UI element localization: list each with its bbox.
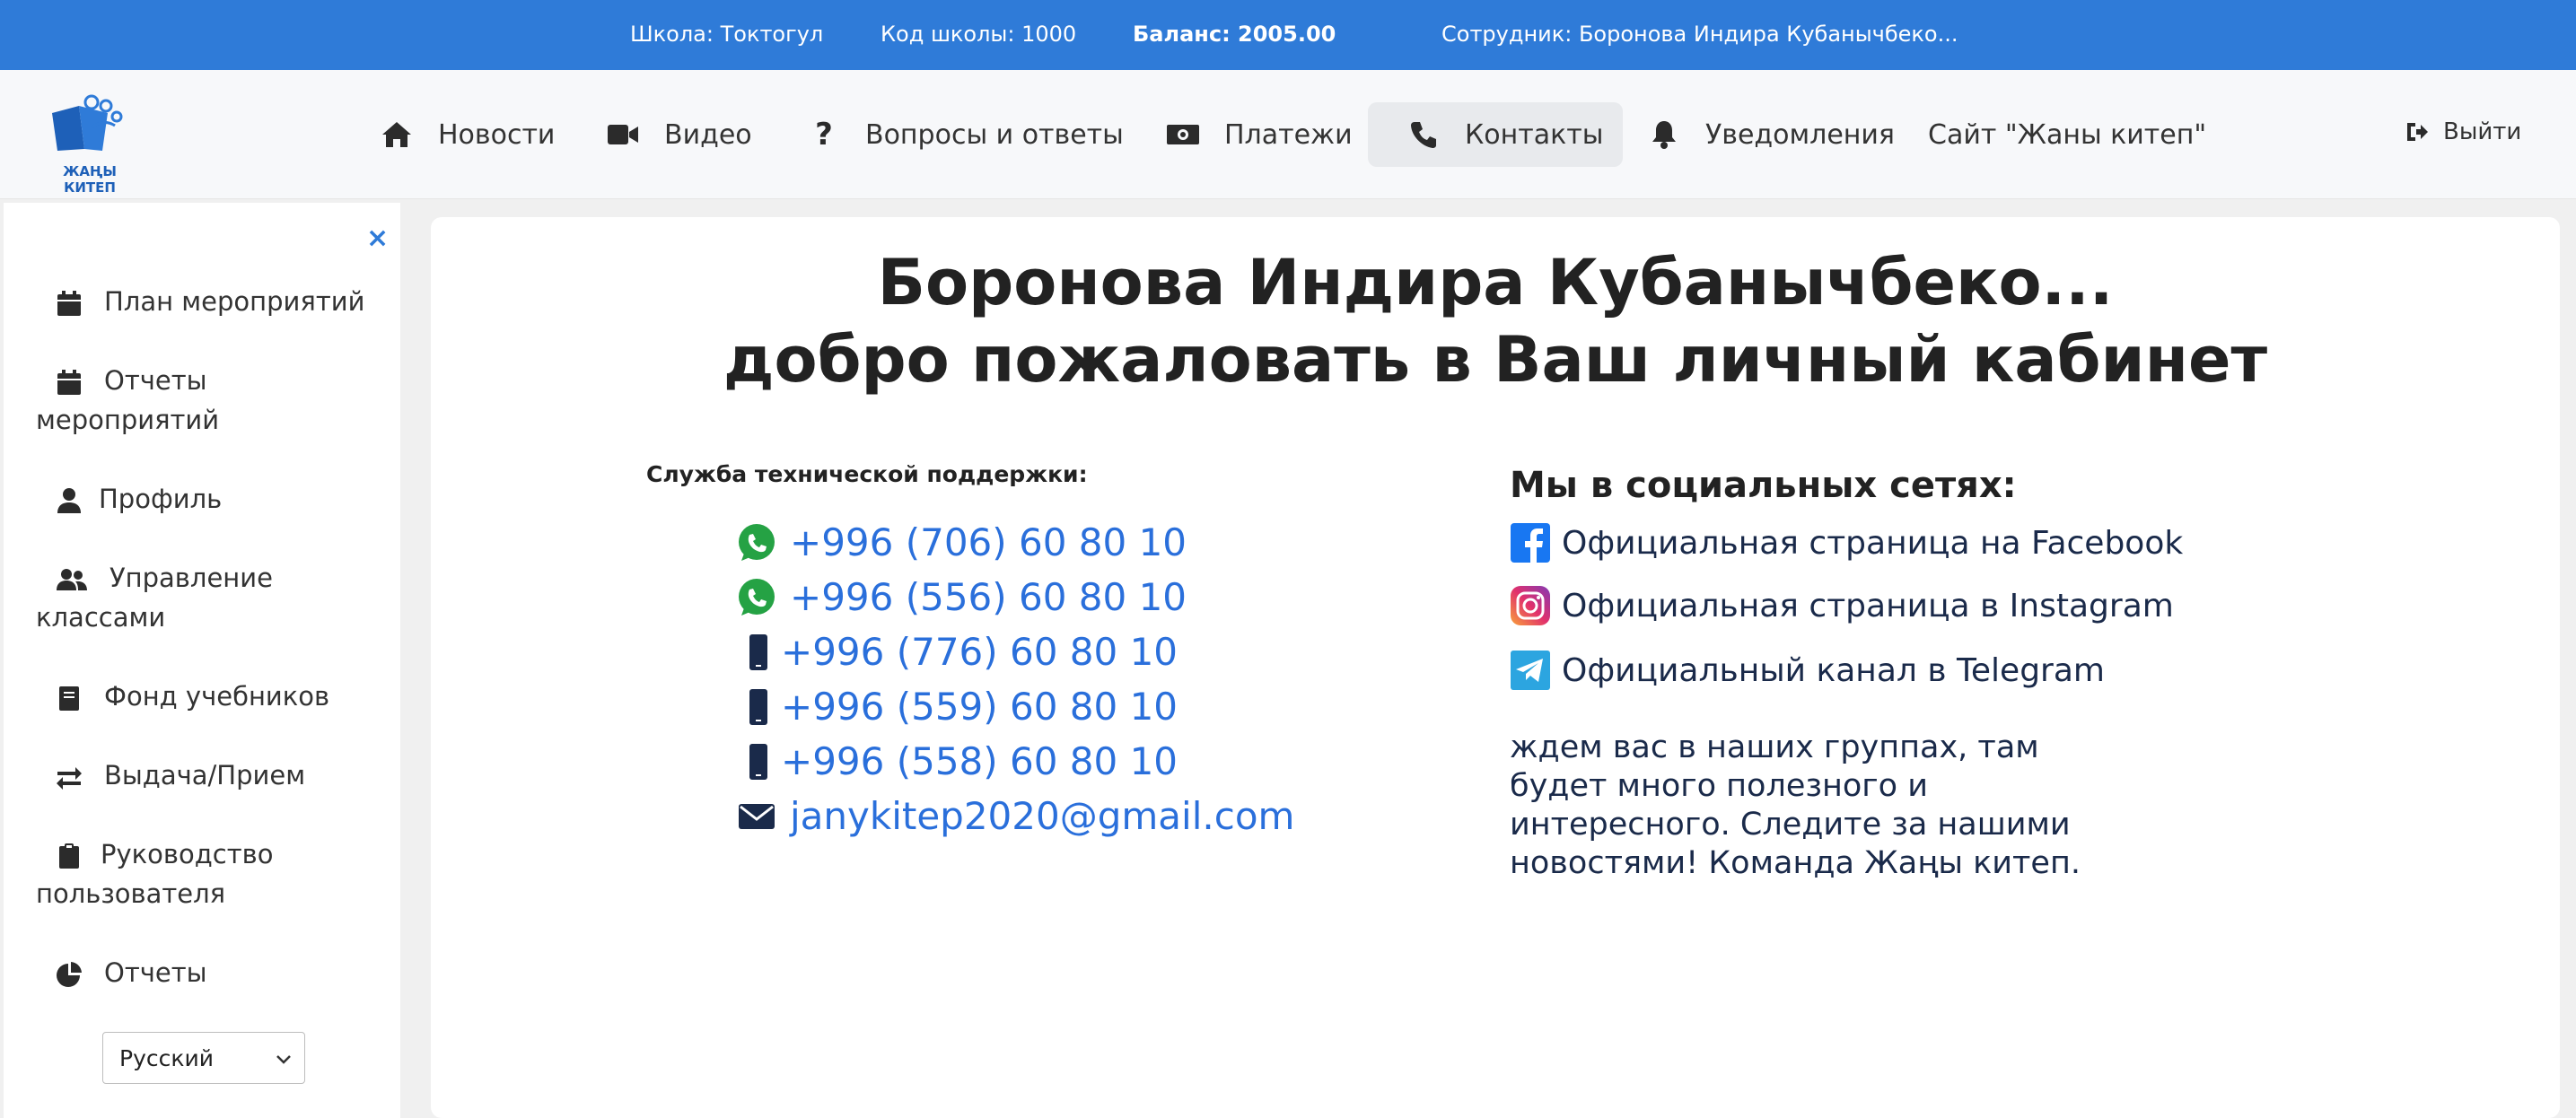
users-icon xyxy=(57,569,87,590)
page-title: Боронова Индира Кубанычбеко... добро пож… xyxy=(431,244,2560,398)
user-icon xyxy=(57,488,81,513)
nav-faq-label: Вопросы и ответы xyxy=(865,118,1124,151)
contact-phone-5[interactable]: +996 (558) 60 80 10 xyxy=(736,739,1178,783)
greeting-name: Боронова Индира Кубанычбеко... xyxy=(877,246,2114,319)
employee-name: Сотрудник: Боронова Индира Кубанычбеко..… xyxy=(1441,22,1958,47)
pie-chart-icon xyxy=(57,962,82,987)
invite-text: ждем вас в наших группах, там будет мног… xyxy=(1510,729,2081,881)
mobile-icon xyxy=(736,741,768,782)
school-name: Школа: Токтогул xyxy=(630,22,824,47)
sidebar-item-reports[interactable]: Отчеты xyxy=(36,953,395,992)
nav-video[interactable]: Видео xyxy=(605,102,752,167)
exchange-icon xyxy=(57,767,82,790)
contact-text: +996 (706) 60 80 10 xyxy=(790,520,1187,564)
contact-text: +996 (558) 60 80 10 xyxy=(781,739,1178,783)
logout-button[interactable]: Выйти xyxy=(2405,118,2521,145)
school-code: Код школы: 1000 xyxy=(881,22,1077,47)
nav-payments-label: Платежи xyxy=(1224,118,1353,151)
greeting-welcome: добро пожаловать в Ваш личный кабинет xyxy=(723,323,2268,397)
logo-icon xyxy=(52,94,123,151)
social-title: Мы в социальных сетях: xyxy=(1510,465,2017,506)
sidebar-item-label: Профиль xyxy=(99,484,223,514)
language-selected: Русский xyxy=(119,1044,214,1071)
contact-phone-1[interactable]: +996 (706) 60 80 10 xyxy=(736,520,1187,564)
whatsapp-icon xyxy=(736,522,777,563)
video-icon xyxy=(605,117,641,153)
balance: Баланс: 2005.00 xyxy=(1133,22,1336,47)
nav-contacts-label: Контакты xyxy=(1465,118,1604,151)
social-text: Официальный канал в Telegram xyxy=(1562,651,2105,689)
sidebar-item-textbook-fund[interactable]: Фонд учебников xyxy=(36,677,395,716)
sidebar-item-label: Выдача/Прием xyxy=(104,760,306,790)
contact-text: +996 (776) 60 80 10 xyxy=(781,630,1178,674)
facebook-icon xyxy=(1511,523,1550,563)
sidebar-item-profile[interactable]: Профиль xyxy=(36,479,395,519)
top-info-bar: Школа: Токтогул Код школы: 1000 Баланс: … xyxy=(0,0,2576,70)
clipboard-icon xyxy=(59,843,79,869)
sign-out-icon xyxy=(2407,123,2428,141)
nav-news[interactable]: Новости xyxy=(379,102,555,167)
contact-phone-4[interactable]: +996 (559) 60 80 10 xyxy=(736,685,1178,729)
mobile-icon xyxy=(736,686,768,728)
contact-phone-2[interactable]: +996 (556) 60 80 10 xyxy=(736,575,1187,619)
sidebar-item-label: Фонд учебников xyxy=(104,681,330,712)
nav-contacts[interactable]: Контакты xyxy=(1368,102,1624,167)
home-icon xyxy=(379,117,415,153)
nav-payments[interactable]: Платежи xyxy=(1165,102,1353,167)
main-navbar: ЖАҢЫ КИТЕП Новости Видео ? Вопросы и отв… xyxy=(0,70,2576,199)
contact-text: janykitep2020@gmail.com xyxy=(790,794,1295,838)
social-telegram-link[interactable]: Официальный канал в Telegram xyxy=(1510,650,2105,691)
main-content: Боронова Индира Кубанычбеко... добро пож… xyxy=(431,217,2560,1118)
envelope-icon xyxy=(736,796,777,837)
language-select[interactable]: Русский xyxy=(102,1032,305,1084)
nav-site-link[interactable]: Сайт "Жаны китеп" xyxy=(1928,102,2206,167)
calendar-icon xyxy=(57,370,81,395)
nav-notifications-label: Уведомления xyxy=(1705,118,1895,151)
sidebar-item-event-plan[interactable]: План мероприятий xyxy=(36,282,395,321)
logo-text: ЖАҢЫ КИТЕП xyxy=(63,163,117,196)
social-instagram-link[interactable]: Официальная страница в Instagram xyxy=(1510,585,2174,626)
bell-icon xyxy=(1646,117,1682,153)
sidebar-item-event-reports[interactable]: Отчеты мероприятий xyxy=(36,361,395,440)
phone-icon xyxy=(1406,117,1441,153)
sidebar-item-label: Отчеты xyxy=(104,957,207,988)
instagram-icon xyxy=(1511,586,1550,625)
sidebar-item-issue-return[interactable]: Выдача/Прием xyxy=(36,756,395,795)
contact-email[interactable]: janykitep2020@gmail.com xyxy=(736,794,1294,838)
calendar-icon xyxy=(57,291,81,316)
contact-text: +996 (559) 60 80 10 xyxy=(781,685,1178,729)
nav-faq[interactable]: ? Вопросы и ответы xyxy=(806,102,1124,167)
contact-phone-3[interactable]: +996 (776) 60 80 10 xyxy=(736,630,1178,674)
telegram-icon xyxy=(1511,651,1550,690)
nav-site-label: Сайт "Жаны китеп" xyxy=(1928,118,2207,151)
logo[interactable]: ЖАҢЫ КИТЕП xyxy=(39,86,140,196)
chevron-down-icon xyxy=(276,1055,291,1064)
support-title: Служба технической поддержки: xyxy=(646,461,1088,487)
social-facebook-link[interactable]: Официальная страница на Facebook xyxy=(1510,522,2183,563)
whatsapp-icon xyxy=(736,577,777,618)
book-icon xyxy=(59,686,79,711)
mobile-icon xyxy=(736,632,768,673)
money-icon xyxy=(1165,117,1201,153)
nav-notifications[interactable]: Уведомления xyxy=(1646,102,1895,167)
nav-news-label: Новости xyxy=(438,118,556,151)
sidebar-item-user-guide[interactable]: Руководство пользователя xyxy=(36,834,395,913)
sidebar-item-class-management[interactable]: Управление классами xyxy=(36,558,395,637)
contact-text: +996 (556) 60 80 10 xyxy=(790,575,1187,619)
sidebar-item-label: План мероприятий xyxy=(104,286,365,317)
sidebar: × План мероприятий Отчеты мероприятий Пр… xyxy=(4,203,400,1118)
social-text: Официальная страница в Instagram xyxy=(1562,587,2174,625)
logout-label: Выйти xyxy=(2443,118,2522,145)
question-icon: ? xyxy=(815,117,833,153)
close-sidebar-icon[interactable]: × xyxy=(366,223,389,254)
nav-video-label: Видео xyxy=(664,118,752,151)
social-text: Официальная страница на Facebook xyxy=(1562,524,2184,562)
